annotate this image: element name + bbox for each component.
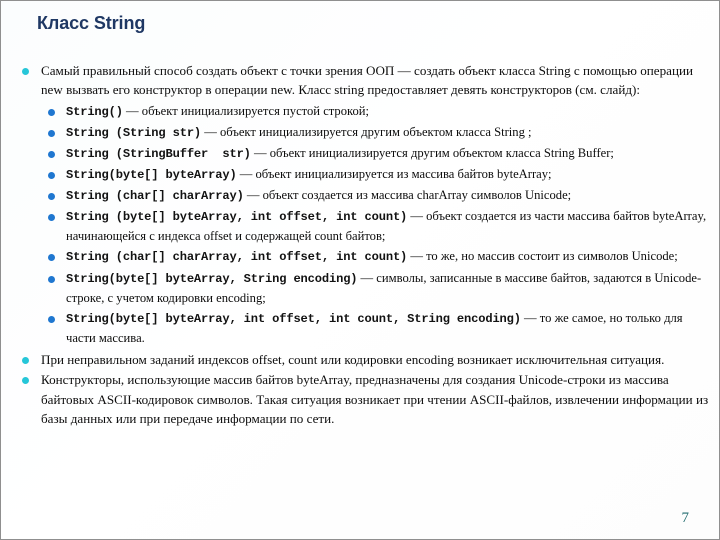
page-title: Класс String <box>37 13 146 33</box>
constructor-list: String() — объект инициализируется пусто… <box>43 102 709 348</box>
constructor-signature: String(byte[] byteArray) <box>66 168 237 183</box>
list-item-constructor: String (StringBuffer str) — объект иници… <box>43 144 709 164</box>
constructor-signature: String (char[] charArray) <box>66 189 244 204</box>
list-item-constructor: String(byte[] byteArray, String encoding… <box>43 269 709 308</box>
list-item-constructor: String (char[] charArray) — объект созда… <box>43 186 709 206</box>
bullet-dot-icon <box>48 129 55 137</box>
constructor-signature: String (String str) <box>66 125 202 140</box>
constructor-signature: String (char[] charArray, int offset, in… <box>66 250 408 265</box>
constructor-signature: String(byte[] byteArray, int offset, int… <box>66 311 521 326</box>
bullet-dot-icon <box>22 377 29 385</box>
constructor-description: — объект создается из массива charArray … <box>243 188 572 203</box>
list-item-constructor: String(byte[] byteArray) — объект инициа… <box>43 165 709 185</box>
constructor-signature: String (byte[] byteArray, int offset, in… <box>66 210 408 225</box>
note-text: При неправильном заданий индексов offset… <box>41 351 665 367</box>
page-number: 7 <box>681 510 690 526</box>
content-list: Самый правильный способ создать объект с… <box>19 61 709 429</box>
slide: Класс String Самый правильный способ соз… <box>0 0 720 540</box>
bullet-dot-icon <box>48 214 55 222</box>
constructor-description: — объект инициализируется пустой строкой… <box>122 103 370 118</box>
constructor-signature: String (StringBuffer str) <box>66 147 251 161</box>
constructor-description: — то же, но массив состоит из символов U… <box>407 249 678 264</box>
note-text: Конструкторы, использующие массив байтов… <box>41 372 709 427</box>
list-item-constructor: String (byte[] byteArray, int offset, in… <box>43 207 709 246</box>
bullet-dot-icon <box>48 108 55 116</box>
list-item-note: Конструкторы, использующие массив байтов… <box>19 370 709 428</box>
list-item-constructor: String (char[] charArray, int offset, in… <box>43 247 709 267</box>
intro-text: Самый правильный способ создать объект с… <box>41 63 693 98</box>
list-item-constructor: String() — объект инициализируется пусто… <box>43 102 709 122</box>
constructor-description: — объект инициализируется другим объекто… <box>201 124 532 139</box>
bullet-dot-icon <box>22 356 29 364</box>
constructor-signature: String(byte[] byteArray, String encoding… <box>66 271 358 286</box>
constructor-signature: String() <box>66 104 123 119</box>
constructor-description: — объект инициализируется другим объекто… <box>250 146 614 160</box>
bullet-dot-icon <box>48 193 55 201</box>
list-item-constructor: String (String str) — объект инициализир… <box>43 123 709 143</box>
constructor-description: — объект инициализируется из массива бай… <box>236 167 552 182</box>
bullet-dot-icon <box>48 151 55 158</box>
bullet-dot-icon <box>48 275 55 283</box>
list-item-constructor: String(byte[] byteArray, int offset, int… <box>43 309 709 348</box>
bullet-dot-icon <box>48 315 55 323</box>
bullet-dot-icon <box>48 172 55 180</box>
bullet-dot-icon <box>48 254 55 262</box>
list-item-note: При неправильном заданий индексов offset… <box>19 350 709 369</box>
bullet-dot-icon <box>22 68 29 75</box>
slide-body: Самый правильный способ создать объект с… <box>19 61 709 430</box>
list-item-intro: Самый правильный способ создать объект с… <box>19 61 709 100</box>
constructor-list-wrapper: String() — объект инициализируется пусто… <box>43 102 709 348</box>
